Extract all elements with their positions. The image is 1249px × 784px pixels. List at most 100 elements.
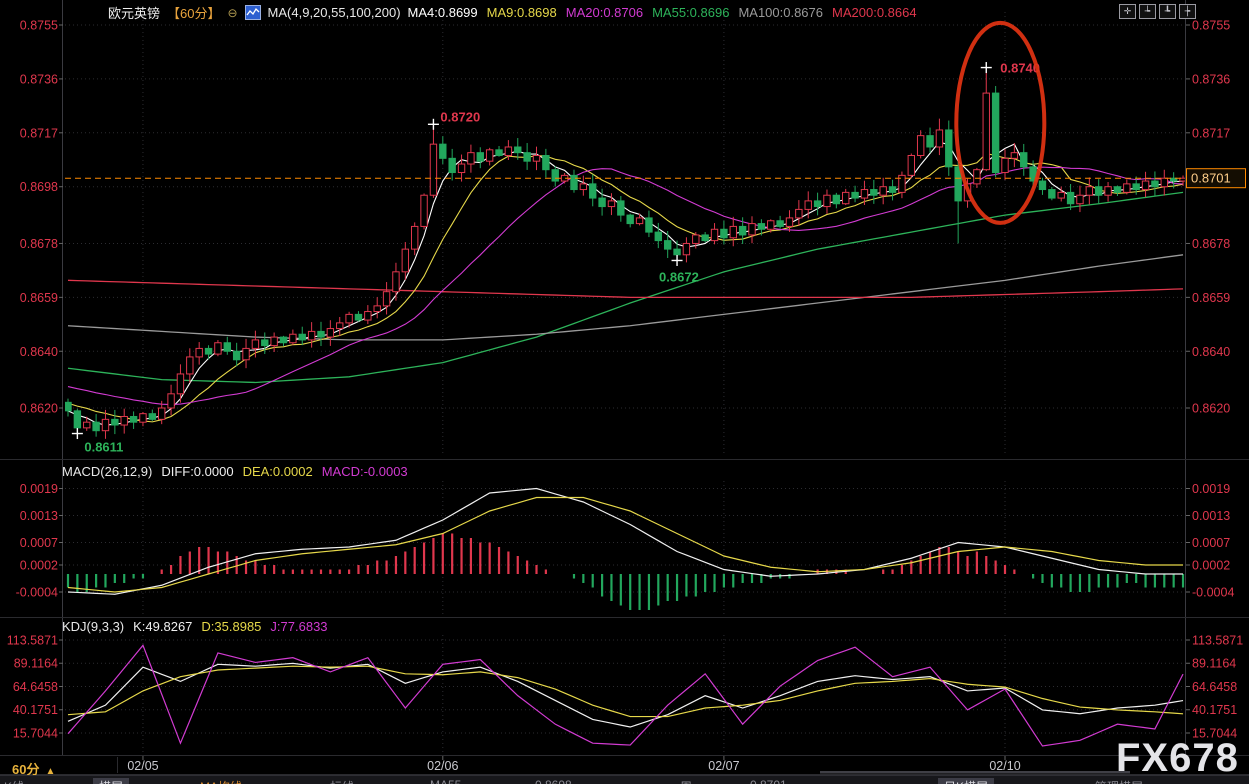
candle [1002,158,1008,172]
toolbar-item[interactable]: 0.8698 [535,778,572,784]
candle [233,351,239,360]
macd-header: MACD(26,12,9)DIFF:0.0000DEA:0.0002MACD:-… [62,464,426,479]
candle [927,136,933,147]
toolbar-item[interactable]: 周 [680,778,692,784]
svg-text:40.1751: 40.1751 [13,703,58,717]
candle [299,334,305,340]
candle [889,187,895,193]
svg-text:FX678: FX678 [1116,736,1239,780]
candle [121,417,127,426]
candle [730,226,736,237]
candle [1039,181,1045,190]
candle [908,156,914,176]
candle [1011,153,1017,159]
svg-text:02/06: 02/06 [427,759,458,773]
candle [814,201,820,207]
macd-value: DIFF:0.0000 [161,464,233,479]
axis-left-icon[interactable]: ┶ [1139,4,1156,19]
svg-text:0.8736: 0.8736 [1192,72,1230,86]
candle [627,215,633,224]
candle [861,190,867,199]
candle [608,201,614,207]
svg-text:64.6458: 64.6458 [1192,680,1237,694]
scrollbar-thumb[interactable] [820,771,1130,774]
svg-text:15.7044: 15.7044 [1192,726,1237,740]
chart-canvas[interactable]: 0.87010.86110.87200.86720.8740FX6780.875… [0,0,1249,783]
ma-group-label: MA(4,9,20,55,100,200) [268,5,401,20]
ma-values: MA4:0.8699MA9:0.8698MA20:0.8706MA55:0.86… [408,5,926,20]
svg-text:-0.0004: -0.0004 [1192,586,1234,600]
candle [852,192,858,198]
toolbar-item[interactable]: 管理横屏 [1095,778,1143,784]
candle [327,329,333,338]
candle [1161,178,1167,187]
collapse-icon[interactable]: ⊖ [227,6,237,20]
macd-value: DEA:0.0002 [243,464,313,479]
svg-text:0.8620: 0.8620 [20,402,58,416]
candle [946,130,952,167]
kdj-value: D:35.8985 [201,619,261,634]
candle [552,170,558,181]
candle [318,331,324,337]
candle [486,150,492,161]
toolbar-item[interactable]: 日K横屏 [938,778,994,784]
toolbar-item[interactable]: MA55 [430,778,461,784]
candle [805,201,811,210]
candle [871,190,877,196]
toolbar-item[interactable]: MA均线 [200,778,242,784]
svg-text:0.8698: 0.8698 [20,180,58,194]
candle [936,130,942,147]
svg-text:0.0013: 0.0013 [20,509,58,523]
svg-text:0.8678: 0.8678 [1192,237,1230,251]
axis-right-icon[interactable]: ┺ [1159,4,1176,19]
ma-value: MA200:0.8664 [832,5,917,20]
watermark: FX678 [1116,736,1239,780]
svg-text:0.0002: 0.0002 [20,559,58,573]
candle [843,192,849,203]
toolbar-item[interactable]: 0.8701 [750,778,787,784]
svg-text:0.8611: 0.8611 [84,440,123,455]
candle [93,422,99,431]
candle [1114,187,1120,193]
candle [140,414,146,423]
candle [290,334,296,343]
candle [1077,195,1083,204]
toolbar-item[interactable]: 标线 [330,778,354,784]
candle [458,164,464,173]
svg-text:02/07: 02/07 [708,759,739,773]
candle [1124,184,1130,193]
candle [590,184,596,198]
candle [102,419,108,430]
macd-values: DIFF:0.0000 DEA:0.0002 MACD:-0.0003 [161,464,416,479]
candle [252,340,258,349]
candle [711,229,717,240]
candle [824,195,830,206]
toolbar-item[interactable]: K线 [4,778,24,784]
pane-expand-icon[interactable]: ┾ [1179,4,1196,19]
candle [515,147,521,153]
candle [646,218,652,232]
candle [74,411,80,428]
candle [1133,184,1139,190]
svg-text:0.0002: 0.0002 [1192,559,1230,573]
candle [1105,187,1111,196]
ma-indicator-icon[interactable] [245,5,261,20]
candle [149,414,155,420]
macd-value: MACD:-0.0003 [322,464,408,479]
candle [1021,153,1027,167]
candle [992,93,998,172]
svg-text:0.8640: 0.8640 [1192,345,1230,359]
svg-text:0.8701: 0.8701 [1191,171,1231,186]
toolbar-item[interactable]: 横屏 [93,778,129,784]
candle [187,357,193,374]
symbol-title: 欧元英镑 [108,3,160,22]
candle [1096,187,1102,196]
svg-text:0.0007: 0.0007 [1192,536,1230,550]
candle [618,201,624,215]
candle [374,306,380,312]
candle [243,348,249,359]
svg-text:0.8640: 0.8640 [20,345,58,359]
crosshair-icon[interactable]: ✛ [1119,4,1136,19]
candle [796,209,802,218]
candle [271,337,277,346]
